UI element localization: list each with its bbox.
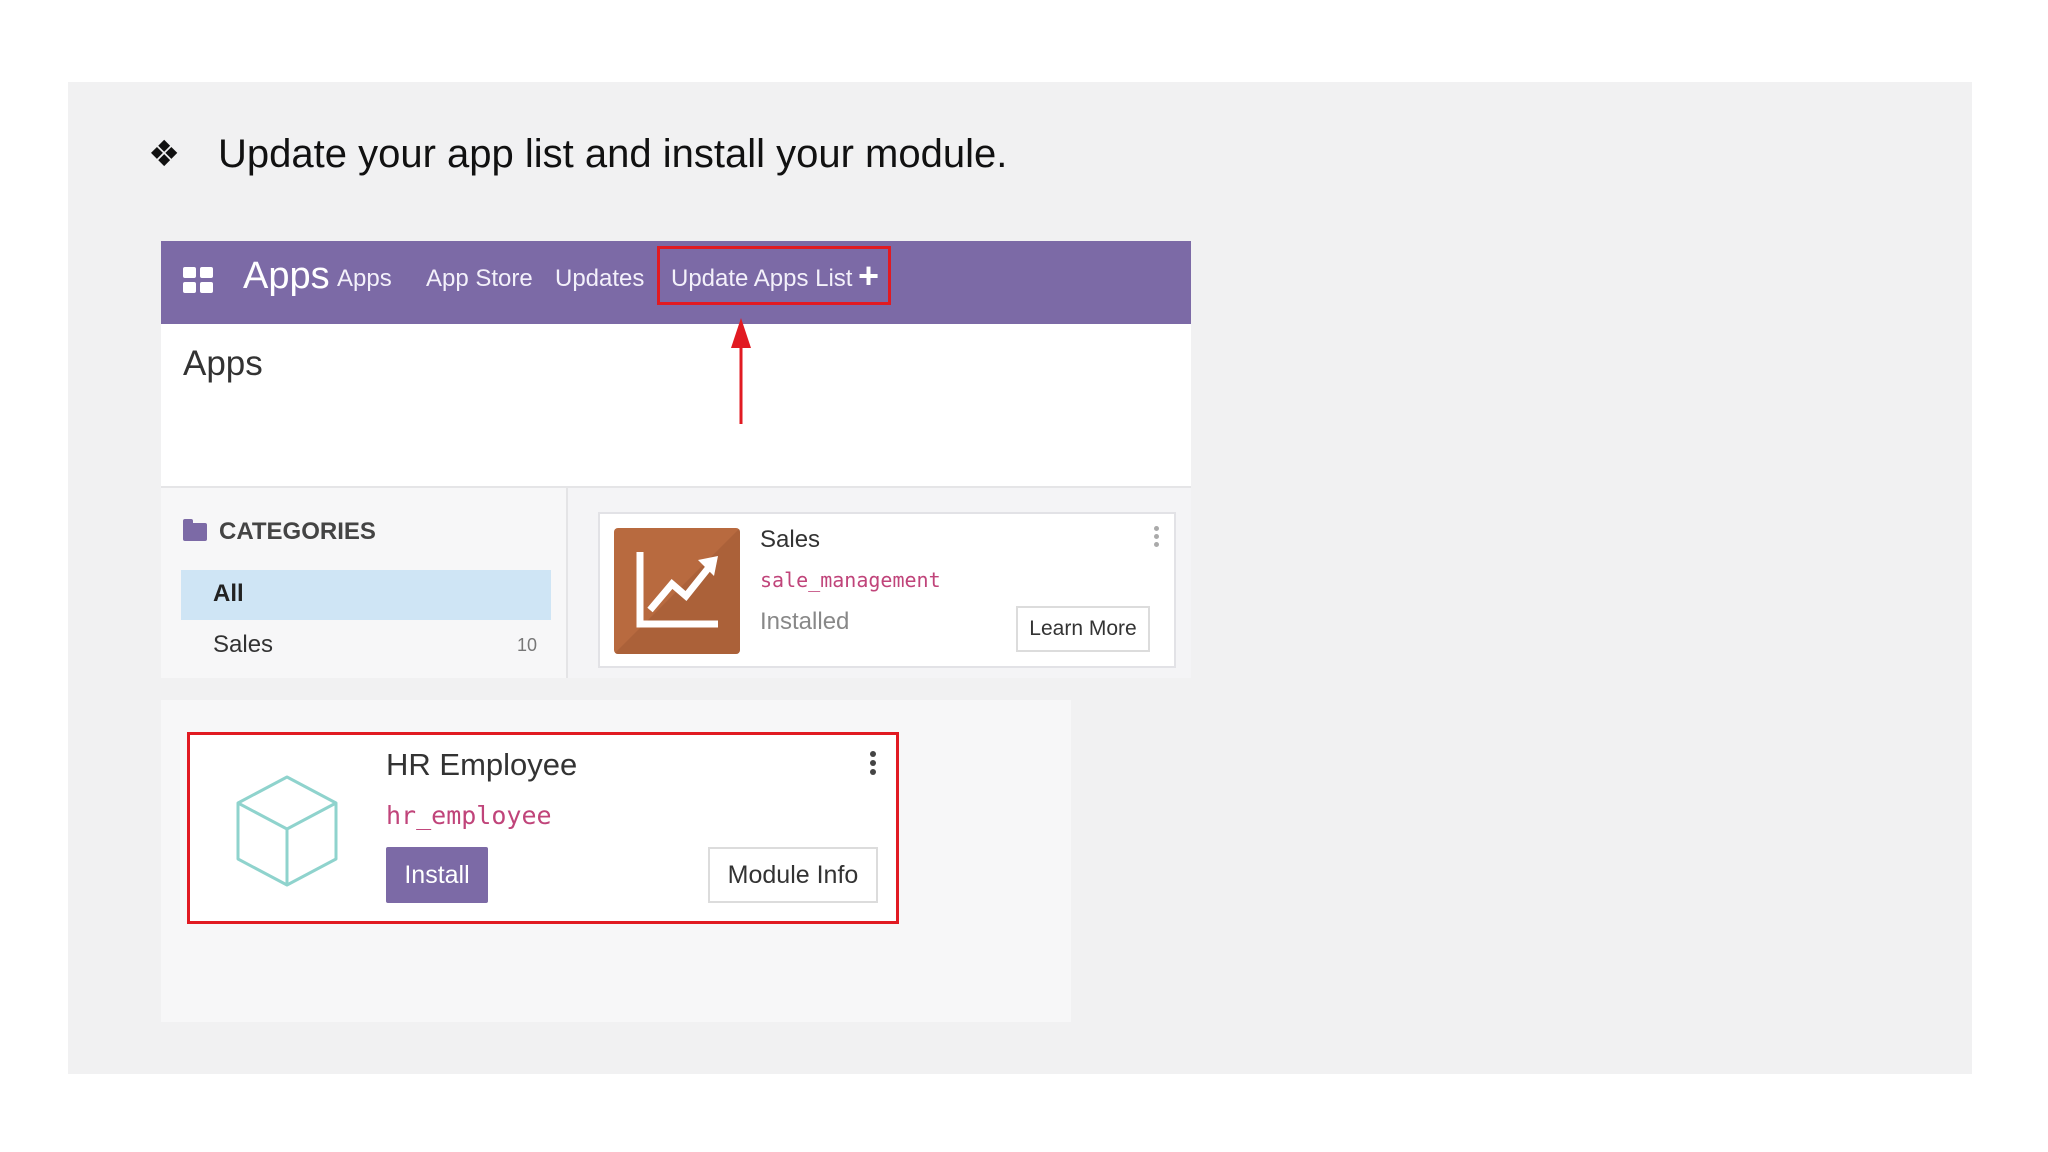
categories-title: CATEGORIES bbox=[219, 518, 376, 545]
categories-header: CATEGORIES bbox=[183, 518, 376, 546]
app-name: Sales bbox=[760, 526, 821, 553]
instruction-text: Update your app list and install your mo… bbox=[218, 132, 1008, 176]
add-icon[interactable]: + bbox=[858, 255, 879, 297]
category-item-sales[interactable]: Sales bbox=[213, 631, 273, 659]
folder-icon bbox=[183, 519, 207, 541]
install-button[interactable]: Install bbox=[386, 847, 488, 903]
page-title: Apps bbox=[183, 344, 263, 383]
kebab-menu-icon[interactable] bbox=[870, 751, 876, 778]
bullet-icon: ❖ bbox=[148, 134, 181, 175]
kebab-menu-icon[interactable] bbox=[1154, 526, 1160, 550]
nav-item-app-store[interactable]: App Store bbox=[426, 265, 533, 293]
learn-more-button[interactable]: Learn More bbox=[1016, 606, 1150, 652]
slide-background: ❖ Update your app list and install your … bbox=[68, 82, 1972, 1074]
navbar-brand: Apps bbox=[243, 255, 330, 297]
module-name: HR Employee bbox=[386, 747, 578, 782]
category-count: 10 bbox=[517, 635, 538, 655]
nav-item-apps[interactable]: Apps bbox=[337, 265, 392, 293]
app-status: Installed bbox=[760, 608, 850, 635]
categories-sidebar: CATEGORIES All Sales 10 bbox=[161, 488, 568, 678]
instruction-row: ❖ Update your app list and install your … bbox=[148, 132, 1007, 177]
top-navbar: Apps Apps App Store Updates Update Apps … bbox=[161, 241, 1191, 324]
module-info-button[interactable]: Module Info bbox=[708, 847, 878, 903]
cube-icon bbox=[236, 775, 338, 887]
apps-screenshot: Apps Apps App Store Updates Update Apps … bbox=[161, 241, 1191, 678]
app-kanban: Sales sale_management Installed Learn Mo… bbox=[568, 488, 1191, 678]
module-screenshot: HR Employee hr_employee Install Module I… bbox=[161, 700, 1071, 1022]
module-technical-name: hr_employee bbox=[386, 801, 552, 830]
category-item-all[interactable]: All bbox=[181, 570, 551, 620]
control-panel: Apps bbox=[161, 324, 1191, 488]
category-label: All bbox=[213, 580, 244, 607]
nav-item-updates[interactable]: Updates bbox=[555, 265, 644, 293]
app-card-hr-employee[interactable]: HR Employee hr_employee Install Module I… bbox=[187, 732, 899, 924]
app-grid-icon[interactable] bbox=[183, 267, 213, 293]
app-card-sales[interactable]: Sales sale_management Installed Learn Mo… bbox=[598, 512, 1176, 668]
app-technical-name: sale_management bbox=[760, 568, 941, 592]
red-arrow-icon bbox=[731, 318, 751, 424]
chart-trend-up-icon bbox=[614, 528, 740, 654]
update-apps-list-highlight bbox=[657, 246, 891, 305]
